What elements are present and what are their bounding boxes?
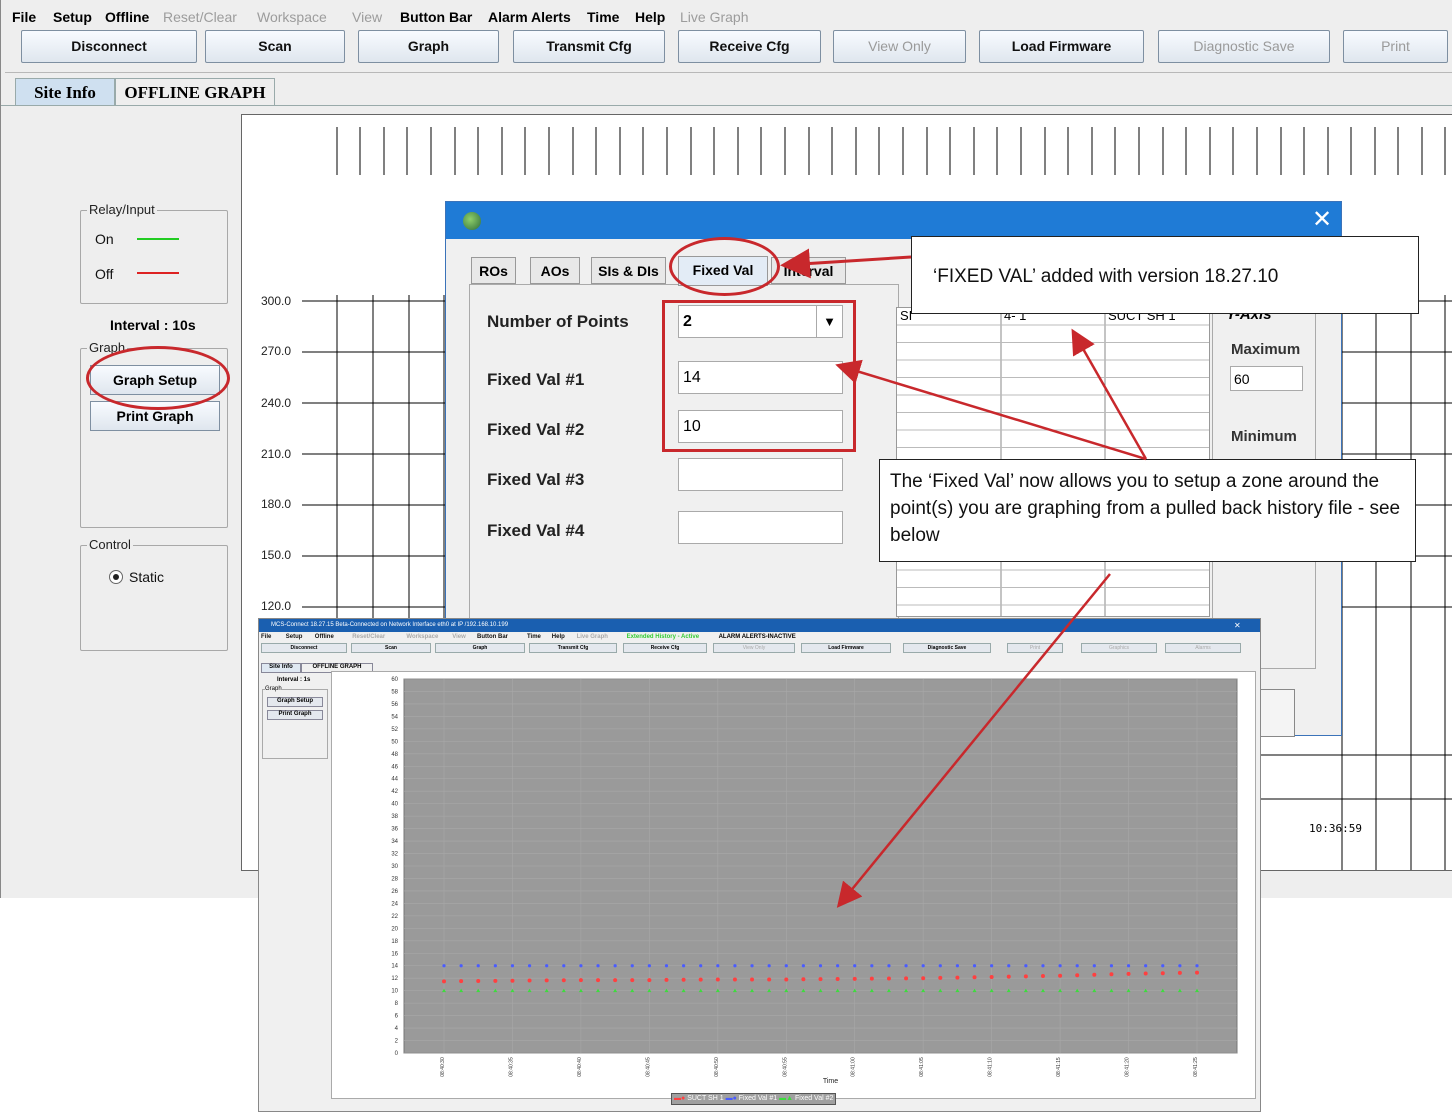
arrow-to-tab — [780, 248, 912, 279]
arrow-to-chart — [836, 573, 1111, 908]
annotation-arrows — [780, 248, 1148, 908]
